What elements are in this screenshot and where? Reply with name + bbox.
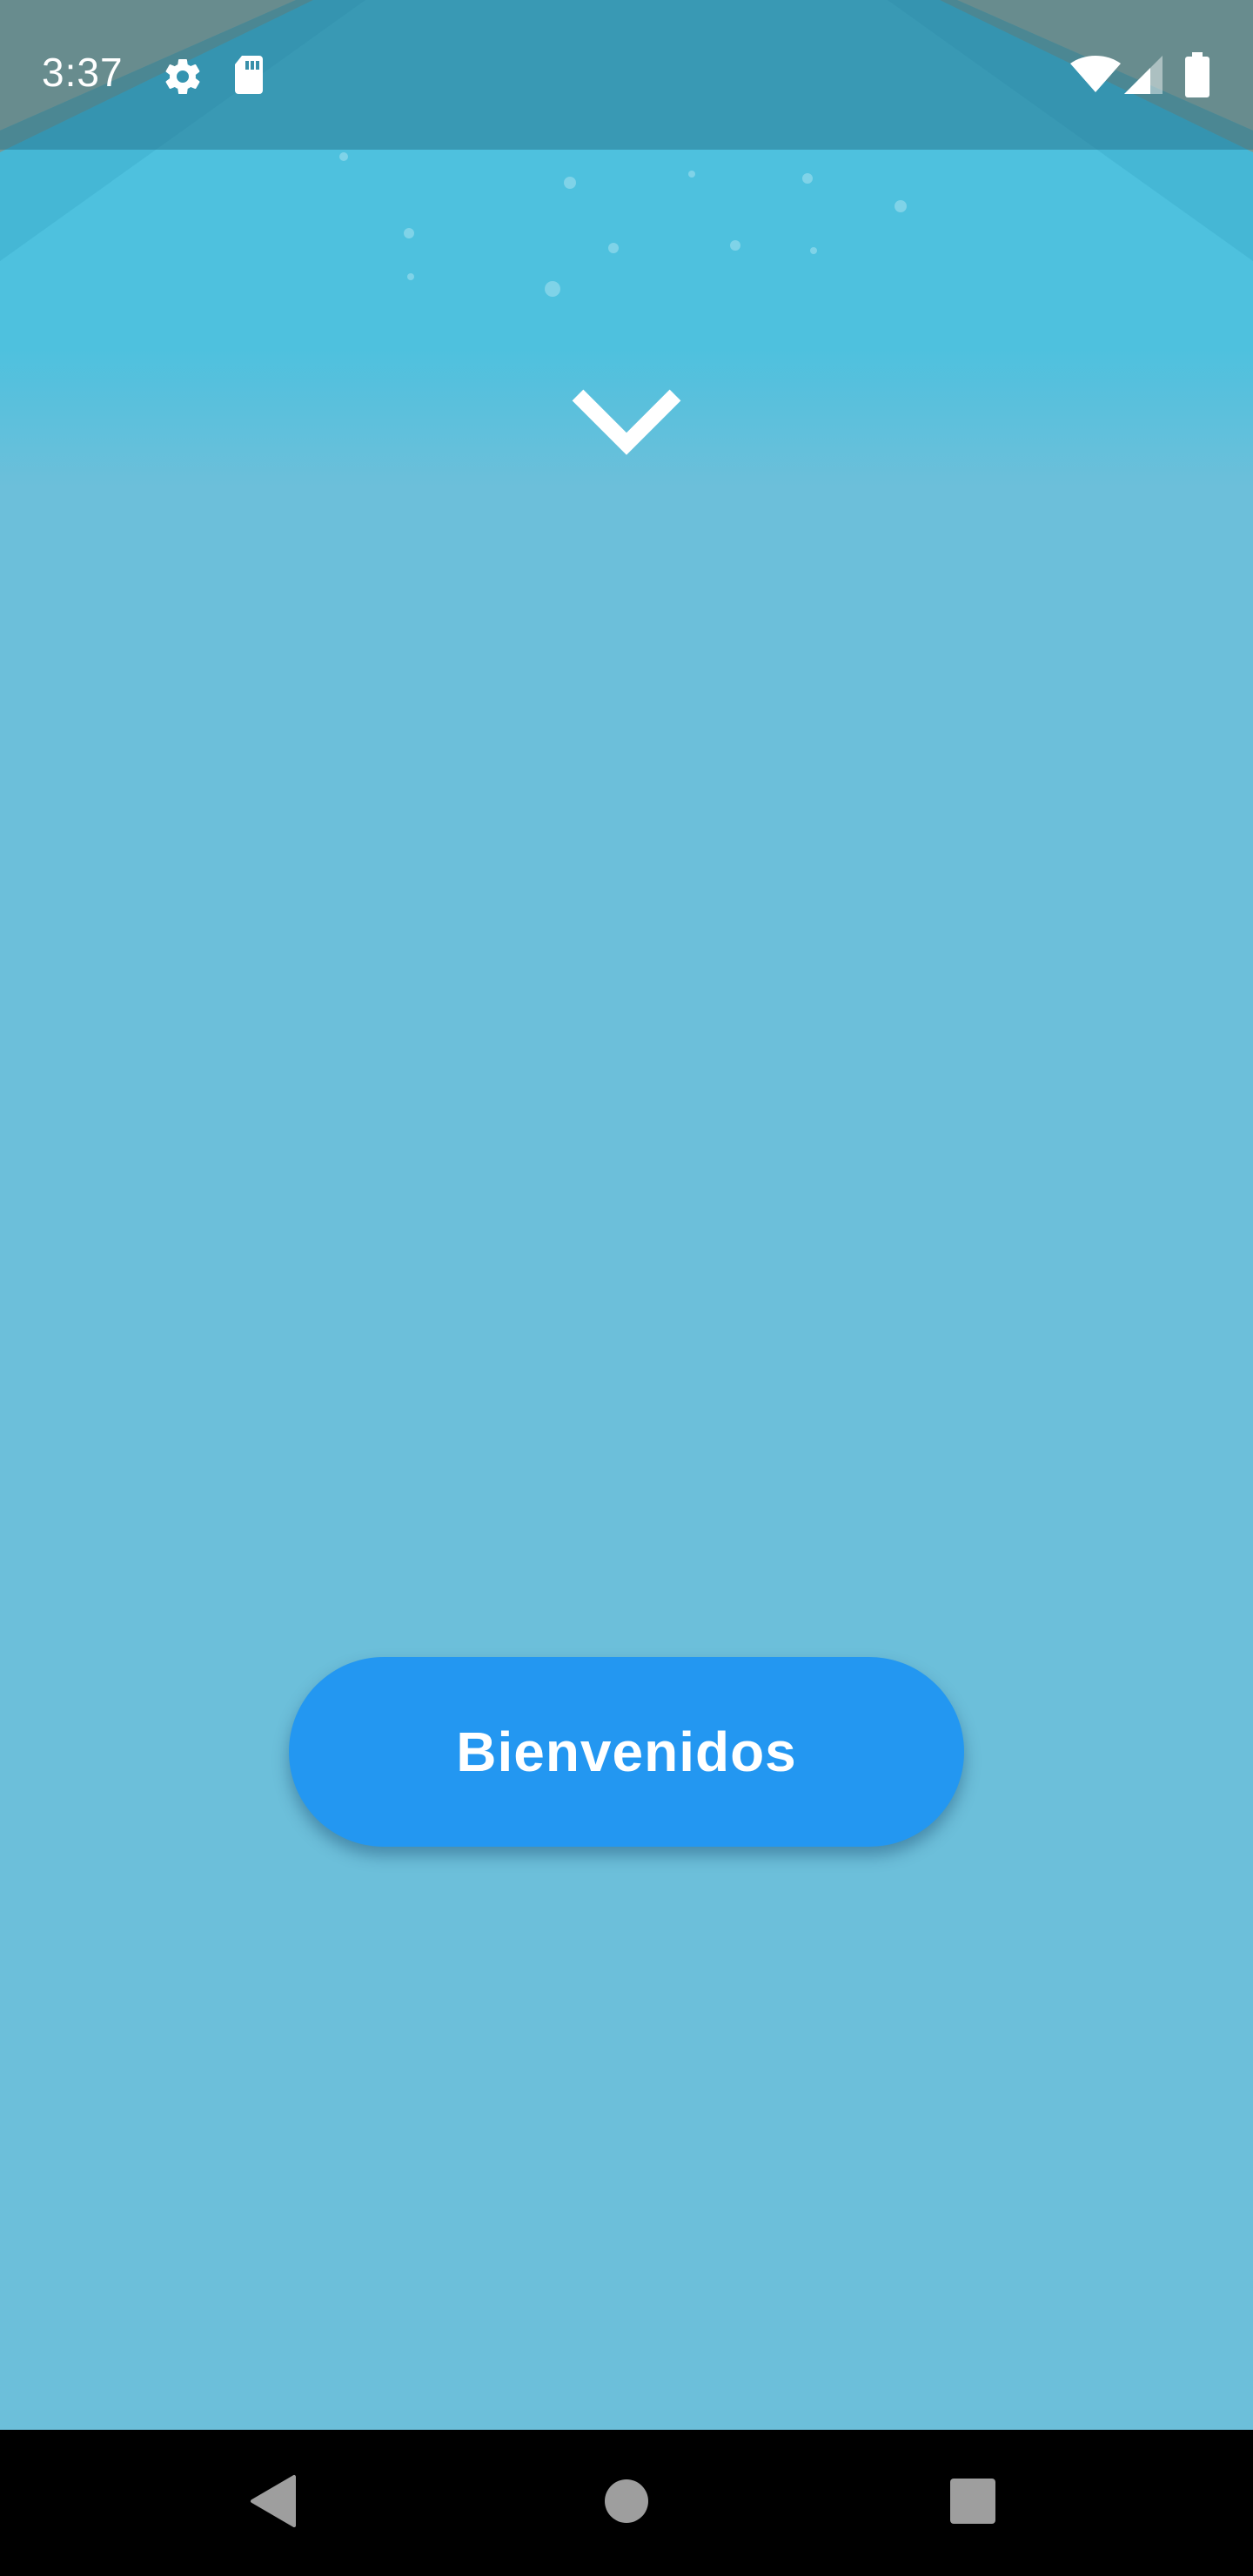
- home-icon[interactable]: [604, 2479, 649, 2524]
- settings-icon: [165, 59, 200, 95]
- wifi-icon: [1070, 56, 1121, 92]
- back-icon[interactable]: [249, 2473, 298, 2529]
- navigation-bar: [0, 2430, 1253, 2576]
- status-time: 3:37: [42, 50, 124, 95]
- sd-card-icon: [235, 56, 263, 94]
- welcome-button-label: Bienvenidos: [456, 1721, 797, 1783]
- status-bar: 3:37: [0, 0, 1253, 150]
- signal-icon: [1124, 56, 1163, 94]
- recents-icon[interactable]: [950, 2479, 995, 2524]
- welcome-screen: 3:37 Bienvenidos: [0, 0, 1253, 2576]
- welcome-button[interactable]: Bienvenidos: [289, 1657, 964, 1847]
- chevron-down-icon[interactable]: [569, 383, 684, 461]
- battery-icon: [1185, 52, 1209, 97]
